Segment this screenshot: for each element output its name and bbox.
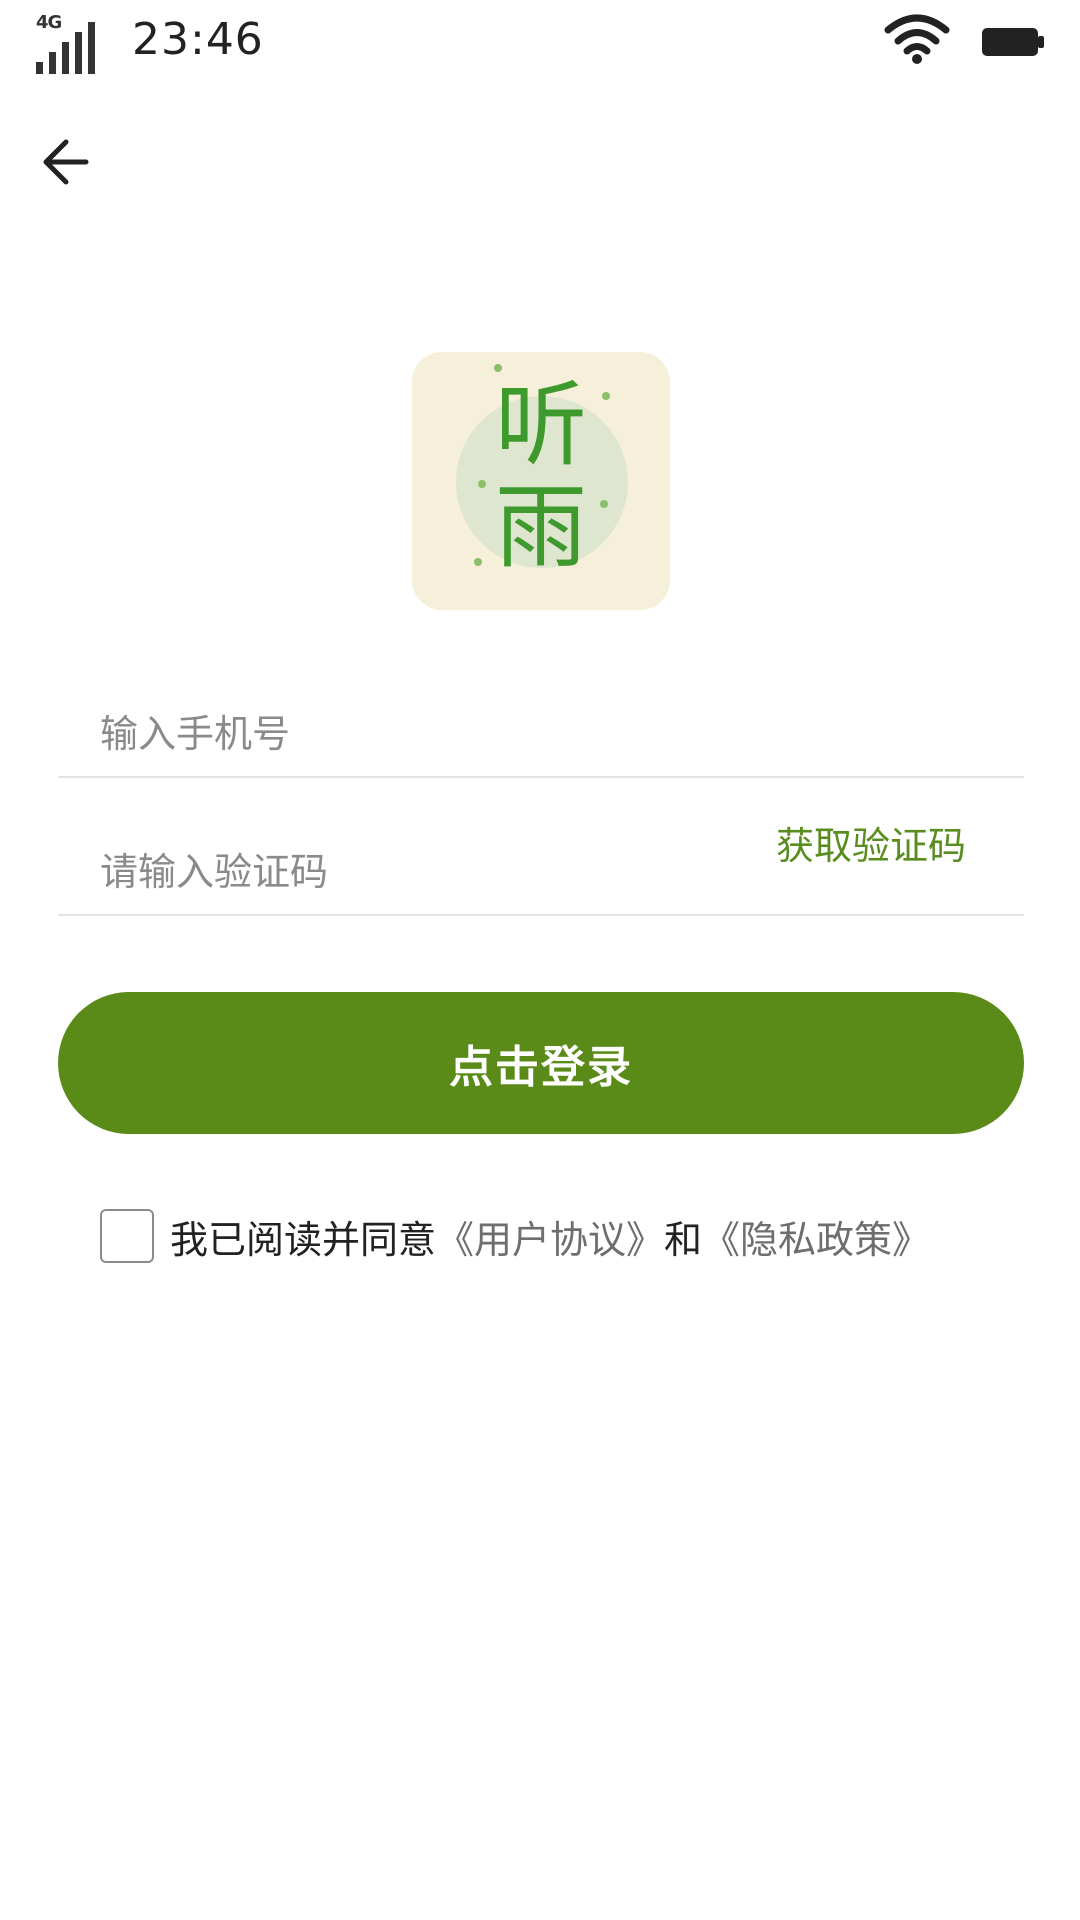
phone-field [58, 690, 1024, 778]
login-button[interactable]: 点击登录 [58, 992, 1024, 1134]
logo-char-bottom: 雨 [494, 474, 587, 581]
agreement-prefix: 我已阅读并同意 [170, 1217, 437, 1262]
wifi-icon [884, 14, 950, 64]
logo-char-top: 听 [494, 372, 587, 479]
phone-input[interactable] [100, 712, 720, 756]
agreement-row: 我已阅读并同意 《用户协议》 和 《隐私政策》 [100, 1206, 930, 1266]
arrow-left-icon[interactable] [36, 130, 100, 194]
user-agreement-link[interactable]: 《用户协议》 [436, 1209, 664, 1264]
get-code-button[interactable]: 获取验证码 [776, 815, 966, 870]
battery-icon [982, 28, 1044, 56]
agree-checkbox[interactable] [100, 1209, 154, 1263]
status-bar: 4G 23:46 [0, 0, 1080, 90]
signal-icon: 4G [34, 12, 96, 74]
code-input[interactable] [100, 850, 720, 894]
code-field: 获取验证码 [58, 778, 1024, 916]
app-logo: 听 雨 [412, 352, 670, 610]
status-time: 23:46 [132, 14, 264, 65]
agreement-conjunction: 和 [664, 1217, 703, 1262]
login-screen: 4G 23:46 听 雨 输入手机号 请输入验证码 获取验证码 点击登录 我已阅… [0, 0, 1080, 1920]
network-type: 4G [36, 12, 62, 33]
privacy-policy-link[interactable]: 《隐私政策》 [702, 1209, 930, 1264]
